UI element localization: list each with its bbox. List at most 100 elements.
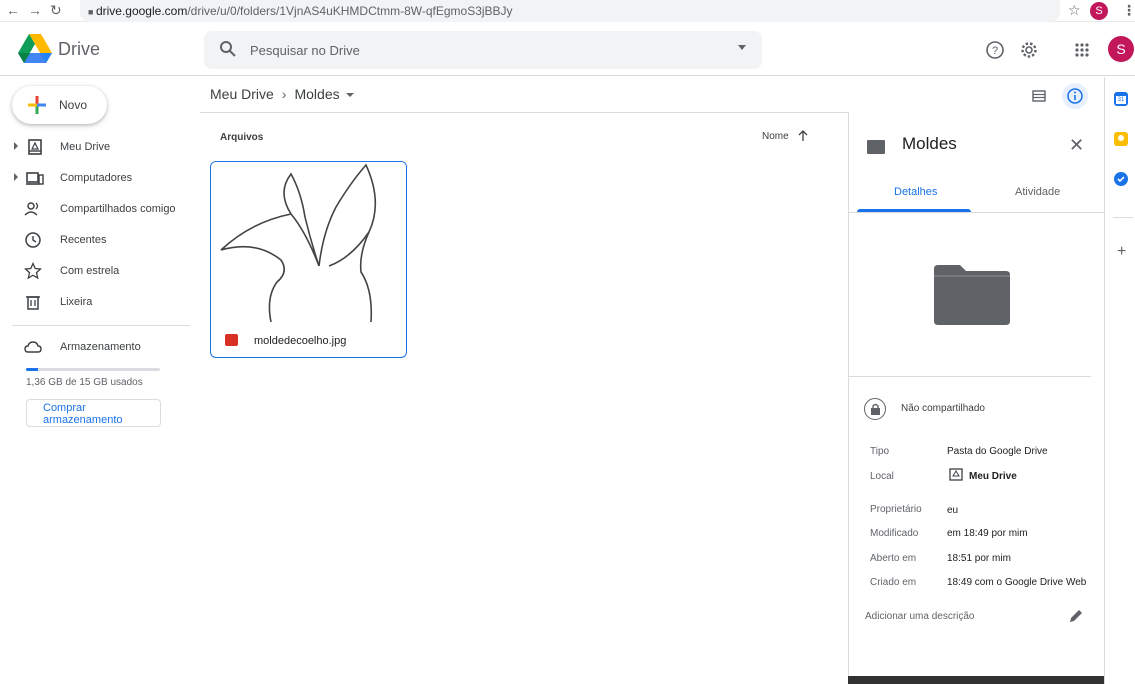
back-icon[interactable]: ←: [6, 2, 20, 18]
breadcrumb-root[interactable]: Meu Drive: [210, 86, 274, 102]
sort-arrow-up-icon[interactable]: [797, 130, 809, 142]
file-card[interactable]: moldedecoelho.jpg: [210, 161, 407, 358]
sidebar-item-label: Meu Drive: [60, 141, 111, 153]
star-icon: [24, 262, 42, 280]
search-input[interactable]: Pesquisar no Drive: [204, 31, 762, 69]
prop-location-value[interactable]: Meu Drive: [969, 471, 1017, 482]
plus-icon: [28, 96, 46, 114]
add-description-field[interactable]: Adicionar uma descrição: [865, 611, 975, 622]
sidebar-item-storage[interactable]: Armazenamento: [0, 332, 195, 362]
gear-icon[interactable]: [1018, 39, 1040, 61]
prop-type-label: Tipo: [870, 446, 890, 457]
list-view-icon[interactable]: [1031, 88, 1047, 104]
prop-owner-value: eu: [947, 505, 959, 516]
account-avatar[interactable]: S: [1108, 36, 1134, 62]
add-addon-icon[interactable]: +: [1117, 243, 1126, 261]
sidebar-item-shared[interactable]: Compartilhados comigo: [0, 194, 195, 224]
breadcrumb-current[interactable]: Moldes: [294, 86, 339, 102]
browser-toolbar: ← → ↻ ■ drive.google.com/drive/u/0/folde…: [0, 0, 1135, 22]
sidebar-item-label: Computadores: [60, 172, 133, 184]
computer-icon: [26, 172, 44, 185]
new-button-label: Novo: [59, 98, 88, 112]
cloud-icon: [24, 341, 42, 353]
section-title: Arquivos: [220, 132, 264, 143]
sidebar-item-label: Com estrela: [60, 265, 120, 277]
trash-icon: [26, 296, 40, 310]
close-icon[interactable]: ✕: [1069, 135, 1084, 156]
url-host: drive.google.com: [95, 4, 188, 18]
tabs-divider: [849, 212, 1105, 213]
sidebar-item-label: Compartilhados comigo: [60, 203, 176, 215]
breadcrumb-separator-icon: ›: [281, 86, 287, 102]
search-icon[interactable]: [218, 39, 238, 59]
pencil-icon[interactable]: [1068, 608, 1084, 624]
expand-arrow-icon[interactable]: [14, 173, 18, 181]
folder-icon: [867, 140, 885, 154]
prop-opened-label: Aberto em: [870, 553, 917, 564]
prop-created-label: Criado em: [870, 577, 917, 588]
prop-created-value: 18:49 com o Google Drive Web: [947, 577, 1087, 588]
sharing-status: Não compartilhado: [901, 403, 985, 414]
forward-icon[interactable]: →: [28, 2, 42, 18]
search-placeholder: Pesquisar no Drive: [250, 43, 360, 58]
drive-icon: [949, 468, 963, 481]
help-icon[interactable]: ?: [984, 39, 1006, 61]
buy-storage-button[interactable]: Comprar armazenamento: [26, 399, 161, 427]
calendar-icon[interactable]: 31: [1114, 92, 1128, 106]
browser-menu-icon[interactable]: ⋮: [1122, 2, 1135, 19]
prop-location-label: Local: [870, 471, 894, 482]
drive-logo-icon[interactable]: [18, 34, 52, 64]
details-panel: Moldes ✕ Detalhes Atividade Não comparti…: [848, 112, 1105, 684]
details-divider: [849, 376, 1091, 377]
app-header: Drive Pesquisar no Drive ? S: [0, 22, 1135, 76]
prop-modified-value: em 18:49 por mim: [947, 528, 1028, 539]
folder-preview-icon: [934, 265, 1010, 325]
storage-usage-text: 1,36 GB de 15 GB usados: [26, 377, 143, 388]
tasks-icon[interactable]: [1114, 172, 1128, 186]
drive-icon: [28, 139, 42, 155]
sidebar-item-my-drive[interactable]: Meu Drive: [0, 132, 195, 162]
side-apps-rail: 31 +: [1104, 77, 1135, 684]
rail-divider: [1113, 217, 1133, 218]
keep-icon[interactable]: [1114, 132, 1128, 146]
expand-arrow-icon[interactable]: [14, 142, 18, 150]
url-path: /drive/u/0/folders/1VjnAS4uKHMDCtmm-8W-q…: [187, 4, 513, 18]
storage-progress-fill: [26, 368, 39, 371]
prop-opened-value: 18:51 por mim: [947, 553, 1011, 564]
shared-icon: [24, 202, 39, 216]
file-name-row: moldedecoelho.jpg: [211, 322, 406, 357]
buy-storage-label: Comprar armazenamento: [43, 402, 123, 426]
image-file-icon: [225, 334, 238, 346]
prop-type-value: Pasta do Google Drive: [947, 446, 1048, 457]
clock-icon: [25, 232, 41, 248]
sidebar-item-recent[interactable]: Recentes: [0, 225, 195, 255]
snackbar: [848, 676, 1104, 684]
sidebar-divider: [12, 325, 190, 326]
info-icon: [1067, 88, 1083, 104]
prop-owner-label: Proprietário: [870, 504, 922, 515]
lock-icon: [864, 398, 886, 420]
storage-label: Armazenamento: [60, 341, 141, 353]
folder-menu-icon[interactable]: [345, 93, 354, 98]
sidebar-item-trash[interactable]: Lixeira: [0, 287, 195, 317]
browser-profile-avatar[interactable]: S: [1090, 2, 1108, 20]
apps-grid-icon[interactable]: [1071, 39, 1093, 61]
breadcrumb: Meu Drive › Moldes: [210, 86, 354, 102]
prop-modified-label: Modificado: [870, 528, 919, 539]
sidebar-item-label: Recentes: [60, 234, 107, 246]
sidebar-item-computers[interactable]: Computadores: [0, 163, 195, 193]
tab-details[interactable]: Detalhes: [894, 186, 937, 198]
search-options-icon[interactable]: [738, 45, 746, 50]
bookmark-star-icon[interactable]: ☆: [1068, 2, 1081, 19]
new-button[interactable]: Novo: [12, 86, 107, 124]
tab-activity[interactable]: Atividade: [1015, 186, 1060, 198]
file-name: moldedecoelho.jpg: [254, 335, 347, 347]
info-button[interactable]: [1062, 83, 1088, 109]
content-divider: [200, 112, 848, 113]
reload-icon[interactable]: ↻: [50, 2, 62, 19]
main-content: Meu Drive › Moldes Arquivos Nome moldedeco…: [200, 77, 848, 684]
url-text[interactable]: ■ drive.google.com/drive/u/0/folders/1Vj…: [88, 4, 1048, 18]
sidebar-item-starred[interactable]: Com estrela: [0, 256, 195, 286]
sort-label[interactable]: Nome: [762, 131, 789, 142]
app-brand[interactable]: Drive: [58, 39, 100, 60]
